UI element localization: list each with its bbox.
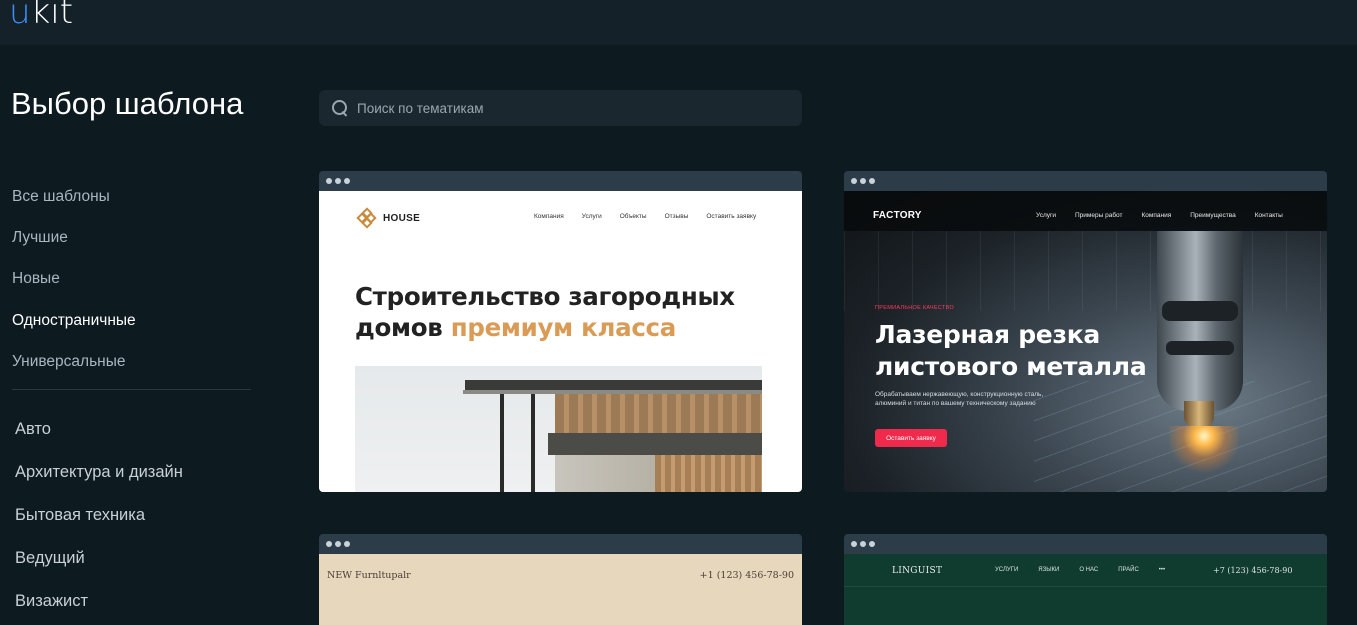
house-headline-text: домов — [355, 313, 451, 342]
factory-kicker: ПРЕМИАЛЬНОЕ КАЧЕСТВО — [875, 305, 954, 311]
category-auto[interactable]: Авто — [15, 408, 183, 451]
house-headline-line-2: домов премиум класса — [355, 312, 735, 343]
filter-new[interactable]: Новые — [12, 259, 252, 300]
category-appliances[interactable]: Бытовая техника — [15, 494, 183, 537]
template-preview: HOUSE Компания Услуги Объекты Отзывы Ост… — [319, 191, 802, 492]
template-preview: LINGUIST УСЛУГИ ЯЗЫКИ О НАС ПРАЙС ••• +7… — [844, 554, 1327, 625]
factory-nav-item: Компания — [1141, 212, 1172, 219]
house-photo — [355, 366, 762, 492]
window-dot — [851, 178, 857, 184]
window-dot — [851, 541, 857, 547]
browser-bar — [844, 171, 1327, 191]
linguist-nav-item: УСЛУГИ — [995, 567, 1019, 573]
logo-letter-u: u — [9, 0, 31, 32]
template-card-linguist[interactable]: LINGUIST УСЛУГИ ЯЗЫКИ О НАС ПРАЙС ••• +7… — [844, 534, 1327, 625]
category-makeup-artist[interactable]: Визажист — [15, 580, 183, 623]
template-preview: NEW Furnltupalr +1 (123) 456-78-90 — [319, 554, 802, 625]
factory-brand: FACTORY — [873, 210, 922, 221]
factory-nav-item: Услуги — [1036, 212, 1056, 219]
ukit-logo[interactable]: ukit — [9, 0, 73, 32]
factory-nav-item: Преимущества — [1190, 212, 1236, 219]
filter-universal[interactable]: Универсальные — [12, 341, 252, 382]
browser-bar — [319, 534, 802, 554]
linguist-nav-item: О НАС — [1079, 567, 1099, 573]
category-nav: Авто Архитектура и дизайн Бытовая техник… — [15, 408, 183, 623]
linguist-nav: УСЛУГИ ЯЗЫКИ О НАС ПРАЙС ••• — [995, 567, 1165, 573]
house-headline: Строительство загородных домов премиум к… — [355, 281, 735, 343]
logo-text: kit — [30, 0, 74, 32]
window-dot — [326, 541, 332, 547]
search-input[interactable] — [357, 100, 777, 116]
factory-cta-button: Оставить заявку — [875, 429, 947, 447]
window-dot — [860, 178, 866, 184]
house-logo: HOUSE — [356, 207, 421, 229]
factory-nav-item: Контакты — [1254, 212, 1283, 219]
factory-headline-line-2: листового металла — [875, 352, 1147, 381]
window-dot — [326, 178, 332, 184]
template-card-house[interactable]: HOUSE Компания Услуги Объекты Отзывы Ост… — [319, 171, 802, 492]
house-headline-accent: премиум класса — [450, 313, 677, 342]
window-dot — [344, 541, 350, 547]
page-title: Выбор шаблона — [11, 86, 244, 121]
factory-headline: Лазерная резка листового металла — [875, 319, 1147, 383]
factory-nav: Услуги Примеры работ Компания Преимущест… — [1036, 212, 1283, 219]
window-dot — [869, 541, 875, 547]
template-card-furniture[interactable]: NEW Furnltupalr +1 (123) 456-78-90 — [319, 534, 802, 625]
template-preview: FACTORY Услуги Примеры работ Компания Пр… — [844, 191, 1327, 492]
linguist-nav-more-icon: ••• — [1158, 567, 1166, 573]
house-nav-item: Компания — [534, 213, 564, 220]
template-card-factory[interactable]: FACTORY Услуги Примеры работ Компания Пр… — [844, 171, 1327, 492]
window-dot — [335, 541, 341, 547]
house-nav-item: Услуги — [581, 213, 602, 220]
furniture-brand: NEW Furnltupalr — [327, 570, 411, 581]
filter-all-templates[interactable]: Все шаблоны — [12, 176, 252, 217]
house-nav-item: Отзывы — [664, 213, 689, 220]
house-nav-item: Оставить заявку — [706, 213, 757, 220]
window-dot — [344, 178, 350, 184]
search-icon — [331, 99, 349, 117]
search-box — [319, 90, 802, 126]
window-dot — [335, 178, 341, 184]
factory-subtitle: Обрабатываем нержавеющую, конструкционну… — [875, 391, 1044, 407]
window-dot — [860, 541, 866, 547]
house-headline-line-1: Строительство загородных — [355, 282, 735, 311]
laser-machine-image — [1157, 231, 1243, 411]
linguist-phone: +7 (123) 456-78-90 — [1213, 566, 1293, 575]
furniture-phone: +1 (123) 456-78-90 — [699, 570, 794, 581]
browser-bar — [319, 171, 802, 191]
category-host[interactable]: Ведущий — [15, 537, 183, 580]
filter-nav: Все шаблоны Лучшие Новые Одностраничные … — [12, 176, 252, 382]
category-architecture-design[interactable]: Архитектура и дизайн — [15, 451, 183, 494]
factory-nav-item: Примеры работ — [1075, 212, 1123, 219]
house-nav-item: Объекты — [619, 213, 647, 220]
factory-headline-line-1: Лазерная резка — [875, 320, 1100, 349]
linguist-nav-item: ЯЗЫКИ — [1038, 567, 1060, 573]
house-nav: Компания Услуги Объекты Отзывы Оставить … — [534, 213, 756, 220]
window-dot — [869, 178, 875, 184]
filter-best[interactable]: Лучшие — [12, 217, 252, 258]
linguist-nav-item: ПРАЙС — [1118, 567, 1139, 573]
house-brand: HOUSE — [383, 212, 421, 224]
sidebar-divider — [12, 389, 251, 390]
browser-bar — [844, 534, 1327, 554]
filter-one-page[interactable]: Одностраничные — [12, 300, 252, 341]
house-logo-icon — [356, 207, 377, 229]
top-bar: ukit — [0, 0, 1357, 45]
linguist-brand: LINGUIST — [892, 566, 943, 576]
